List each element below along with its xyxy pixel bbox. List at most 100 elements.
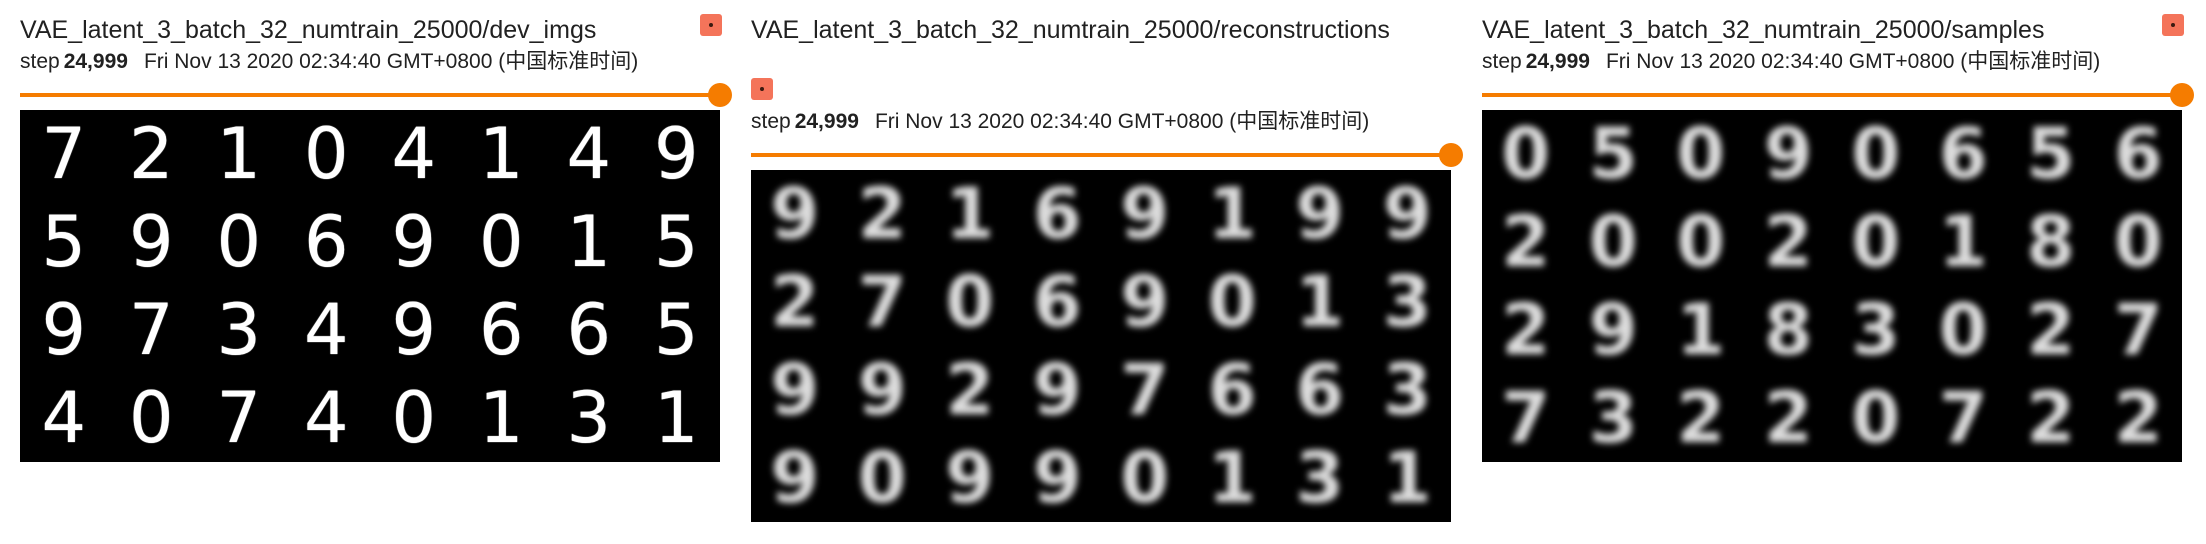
slider-track — [1482, 93, 2182, 97]
step-slider[interactable] — [751, 143, 1463, 167]
digit-cell: 6 — [2113, 113, 2163, 195]
digit-cell: 7 — [2113, 289, 2163, 371]
digit-cell: 4 — [391, 113, 437, 195]
digit-cell: 1 — [1676, 289, 1726, 371]
digit-cell: 6 — [1207, 349, 1257, 431]
digit-cell: 9 — [391, 289, 437, 371]
digit-cell: 7 — [216, 377, 262, 459]
digit-cell: 1 — [1938, 201, 1988, 283]
expand-icon[interactable] — [700, 14, 722, 36]
slider-thumb[interactable] — [2170, 83, 2194, 107]
digit-cell: 6 — [303, 201, 349, 283]
digit-cell: 1 — [216, 113, 262, 195]
digit-cell: 5 — [1588, 113, 1638, 195]
digit-cell: 1 — [478, 377, 524, 459]
digit-cell: 6 — [566, 289, 612, 371]
step-info: step 24,999 Fri Nov 13 2020 02:34:40 GMT+0… — [1482, 48, 2100, 76]
digit-grid: 05090656200201802918302773220722 — [1482, 110, 2182, 462]
timestamp: Fri Nov 13 2020 02:34:40 GMT+0800 (中国标准时… — [143, 50, 639, 73]
digit-cell: 0 — [1501, 113, 1551, 195]
digit-cell: 9 — [945, 437, 995, 519]
digit-cell: 0 — [1120, 437, 1170, 519]
digit-cell: 2 — [770, 261, 820, 343]
digit-cell: 9 — [1763, 113, 1813, 195]
digit-cell: 7 — [1120, 349, 1170, 431]
step-label: step — [1482, 50, 1522, 73]
digit-cell: 7 — [1938, 377, 1988, 459]
digit-cell: 0 — [1851, 377, 1901, 459]
digit-cell: 9 — [41, 289, 87, 371]
digit-cell: 6 — [478, 289, 524, 371]
step-label: step — [20, 50, 60, 73]
digit-cell: 7 — [41, 113, 87, 195]
digit-cell: 5 — [2026, 113, 2076, 195]
digit-cell: 5 — [653, 289, 699, 371]
slider-thumb[interactable] — [1439, 143, 1463, 167]
digit-cell: 0 — [216, 201, 262, 283]
digit-cell: 9 — [653, 113, 699, 195]
timestamp: Fri Nov 13 2020 02:34:40 GMT+0800 (中国标准时… — [874, 110, 1370, 133]
digit-cell: 3 — [1588, 377, 1638, 459]
step-slider[interactable] — [20, 83, 732, 107]
digit-cell: 2 — [1763, 377, 1813, 459]
digit-cell: 1 — [1207, 173, 1257, 255]
digit-grid: 72104149590690159734966540740131 — [20, 110, 720, 462]
digit-cell: 1 — [1382, 437, 1432, 519]
digit-cell: 9 — [1588, 289, 1638, 371]
digit-cell: 8 — [1763, 289, 1813, 371]
digit-cell: 0 — [478, 201, 524, 283]
step-info: step 24,999 Fri Nov 13 2020 02:34:40 GMT+0… — [751, 108, 1369, 136]
timestamp: Fri Nov 13 2020 02:34:40 GMT+0800 (中国标准时… — [1605, 50, 2101, 73]
image-display: 72104149590690159734966540740131 — [20, 110, 720, 462]
digit-cell: 9 — [770, 349, 820, 431]
digit-cell: 9 — [1120, 173, 1170, 255]
digit-cell: 0 — [945, 261, 995, 343]
digit-cell: 1 — [478, 113, 524, 195]
step-slider[interactable] — [1482, 83, 2194, 107]
digit-cell: 9 — [1382, 173, 1432, 255]
card-title: VAE_latent_3_batch_32_numtrain_25000/dev… — [20, 16, 597, 44]
digit-cell: 4 — [41, 377, 87, 459]
digit-cell: 1 — [1207, 437, 1257, 519]
digit-cell: 2 — [945, 349, 995, 431]
digit-cell: 1 — [1295, 261, 1345, 343]
digit-cell: 0 — [303, 113, 349, 195]
digit-cell: 7 — [1501, 377, 1551, 459]
digit-cell: 4 — [303, 289, 349, 371]
digit-cell: 1 — [566, 201, 612, 283]
digit-cell: 9 — [770, 437, 820, 519]
digit-cell: 6 — [1032, 261, 1082, 343]
slider-track — [751, 153, 1451, 157]
digit-cell: 6 — [1938, 113, 1988, 195]
digit-cell: 0 — [1676, 113, 1726, 195]
digit-cell: 6 — [1032, 173, 1082, 255]
digit-cell: 9 — [1295, 173, 1345, 255]
expand-icon[interactable] — [2162, 14, 2184, 36]
digit-cell: 5 — [41, 201, 87, 283]
digit-cell: 2 — [1501, 201, 1551, 283]
card-title: VAE_latent_3_batch_32_numtrain_25000/sam… — [1482, 16, 2045, 44]
step-info: step 24,999 Fri Nov 13 2020 02:34:40 GMT+0… — [20, 48, 638, 76]
slider-thumb[interactable] — [708, 83, 732, 107]
digit-cell: 2 — [1501, 289, 1551, 371]
digit-cell: 0 — [391, 377, 437, 459]
digit-cell: 3 — [1382, 349, 1432, 431]
digit-cell: 0 — [1938, 289, 1988, 371]
step-value: 24,999 — [63, 50, 128, 73]
digit-cell: 7 — [857, 261, 907, 343]
digit-cell: 3 — [1382, 261, 1432, 343]
digit-cell: 9 — [391, 201, 437, 283]
digit-cell: 0 — [857, 437, 907, 519]
step-value: 24,999 — [794, 110, 859, 133]
digit-cell: 9 — [1120, 261, 1170, 343]
step-label: step — [751, 110, 791, 133]
digit-cell: 4 — [566, 113, 612, 195]
digit-cell: 3 — [216, 289, 262, 371]
digit-cell: 9 — [1032, 437, 1082, 519]
digit-cell: 3 — [566, 377, 612, 459]
digit-cell: 9 — [857, 349, 907, 431]
step-value: 24,999 — [1525, 50, 1590, 73]
expand-icon[interactable] — [751, 78, 773, 100]
digit-grid: 92169199270690139929766390990131 — [751, 170, 1451, 522]
digit-cell: 4 — [303, 377, 349, 459]
